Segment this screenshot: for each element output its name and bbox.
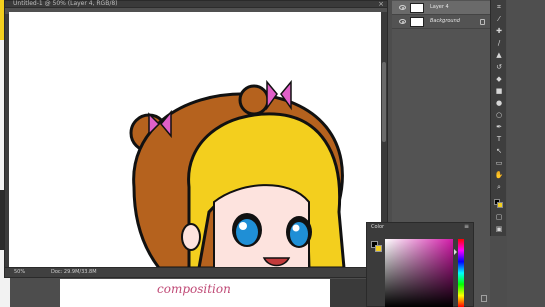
document-title: Untitled-1 @ 50% (Layer 4, RGB/8)	[13, 0, 118, 7]
eyedropper-icon[interactable]: ⁄	[494, 15, 504, 24]
paper-background: composition	[60, 279, 330, 307]
color-picker-field[interactable]	[385, 239, 463, 307]
quick-mask-icon[interactable]: ▢	[494, 213, 504, 222]
color-panel: Color ≡	[366, 222, 474, 307]
type-icon[interactable]: T	[494, 135, 504, 144]
eraser-icon[interactable]: ◆	[494, 75, 504, 84]
character-artwork	[129, 79, 346, 268]
gradient-icon[interactable]: ■	[494, 87, 504, 96]
panel-dock	[507, 0, 545, 307]
lock-icon[interactable]	[480, 19, 485, 25]
history-brush-icon[interactable]: ↺	[494, 63, 504, 72]
hand-icon[interactable]: ✋	[494, 171, 504, 180]
status-bar: 50% Doc: 29.9M/33.8M	[5, 267, 387, 277]
photoshop-workspace: Untitled-1 @ 50% (Layer 4, RGB/8) × 50% …	[0, 0, 545, 307]
layers-panel: Layer 4 Background	[392, 0, 490, 40]
document-window: Untitled-1 @ 50% (Layer 4, RGB/8) × 50% …	[4, 0, 388, 278]
layer-thumbnail	[410, 17, 424, 27]
pen-icon[interactable]: ✒	[494, 123, 504, 132]
hue-slider-handle[interactable]	[454, 249, 457, 255]
hue-slider[interactable]	[458, 239, 464, 307]
layer-name: Layer 4	[430, 4, 449, 10]
panel-title: Color	[371, 224, 385, 230]
eye-icon[interactable]	[399, 19, 406, 24]
layer-name: Background	[430, 18, 460, 24]
scrollbar-thumb[interactable]	[382, 62, 386, 142]
layer-row-background[interactable]: Background	[392, 15, 490, 29]
tools-panel: ⌗ ⁄ ✚ / ▲ ↺ ◆ ■ ● ○ ✒ T ↖ ▭ ✋ ⌕ ▢ ▣	[490, 0, 506, 236]
path-select-icon[interactable]: ↖	[494, 147, 504, 156]
background-color-swatch[interactable]	[497, 202, 503, 208]
shape-icon[interactable]: ▭	[494, 159, 504, 168]
background-color-swatch[interactable]	[375, 245, 382, 252]
handwritten-note: composition	[157, 282, 231, 296]
trash-icon[interactable]	[481, 295, 487, 302]
panel-menu-icon[interactable]: ≡	[464, 223, 469, 230]
document-tab[interactable]: Untitled-1 @ 50% (Layer 4, RGB/8) ×	[5, 0, 387, 8]
document-info[interactable]: Doc: 29.9M/33.8M	[51, 269, 97, 275]
canvas[interactable]	[9, 12, 381, 268]
blur-icon[interactable]: ●	[494, 99, 504, 108]
brush-icon[interactable]: /	[494, 39, 504, 48]
close-icon[interactable]: ×	[378, 0, 384, 8]
eye-icon[interactable]	[399, 5, 406, 10]
crop-icon[interactable]: ⌗	[494, 3, 504, 12]
layer-row-layer-4[interactable]: Layer 4	[392, 1, 490, 15]
screen-mode-icon[interactable]: ▣	[494, 225, 504, 234]
healing-icon[interactable]: ✚	[494, 27, 504, 36]
dodge-icon[interactable]: ○	[494, 111, 504, 120]
zoom-level[interactable]: 50%	[14, 269, 25, 275]
layer-thumbnail	[410, 3, 424, 13]
zoom-icon[interactable]: ⌕	[494, 183, 504, 192]
stamp-icon[interactable]: ▲	[494, 51, 504, 60]
